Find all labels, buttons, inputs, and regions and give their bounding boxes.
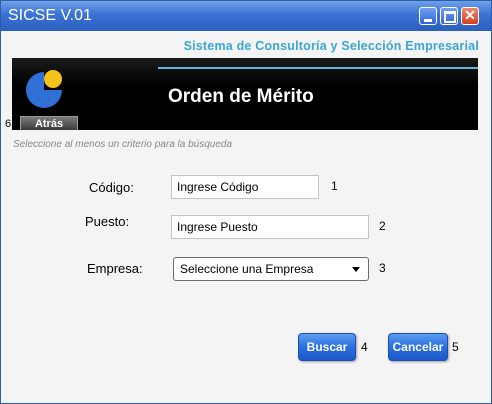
maximize-icon [444,11,456,23]
page-title: Orden de Mérito [168,86,314,107]
empresa-selected: Seleccione una Empresa [180,262,314,276]
search-button[interactable]: Buscar [298,333,356,361]
cancel-marker: 5 [452,340,459,354]
empresa-select[interactable]: Seleccione una Empresa [173,257,369,281]
empresa-label: Empresa: [87,261,143,276]
window-title: SICSE V.01 [8,7,92,24]
puesto-input[interactable] [171,215,369,239]
puesto-label: Puesto: [85,214,130,229]
close-button[interactable]: ✕ [461,7,479,25]
search-hint: Seleccione al menos un criterio para la … [13,139,233,150]
header-banner: Atrás Orden de Mérito [12,58,478,130]
chevron-down-icon [352,267,360,272]
back-button-marker: 6 [5,118,12,130]
close-icon: ✕ [464,7,476,23]
maximize-button[interactable] [440,7,458,25]
app-window: SICSE V.01 ✕ Sistema de Consultoría y Se… [0,0,492,404]
puesto-marker: 2 [379,219,386,233]
main-content: Sistema de Consultoría y Selección Empre… [5,31,485,399]
search-marker: 4 [361,340,368,354]
minimize-icon [424,19,432,22]
empresa-marker: 3 [379,261,386,275]
codigo-input[interactable] [171,175,319,199]
title-bar[interactable]: SICSE V.01 ✕ [1,1,491,31]
company-logo-icon [26,70,62,108]
minimize-button[interactable] [419,7,437,25]
app-subtitle: Sistema de Consultoría y Selección Empre… [183,39,479,53]
back-button[interactable]: Atrás [20,116,78,130]
banner-divider [158,67,478,69]
codigo-label: Código: [89,180,134,195]
cancel-button[interactable]: Cancelar [388,333,448,361]
codigo-marker: 1 [331,179,338,193]
